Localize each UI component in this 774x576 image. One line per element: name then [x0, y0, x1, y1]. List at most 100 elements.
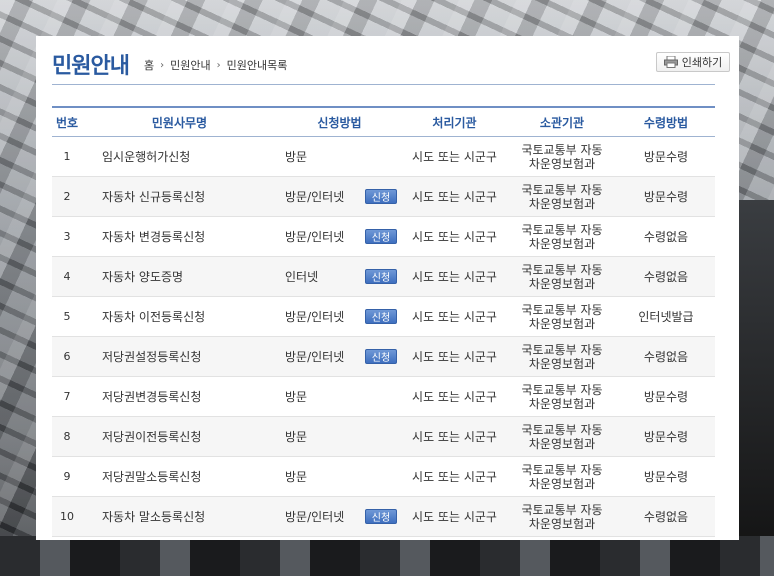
background-floor: [0, 536, 774, 576]
chevron-right-icon: ›: [160, 59, 165, 71]
responsible-department: 국토교통부 자동 차운영보험과: [507, 496, 617, 537]
row-number: [52, 536, 82, 540]
responsible-department: 국토교통부 자동 차운영보험과: [507, 216, 617, 257]
application-method: 방문: [285, 470, 308, 484]
department-line: 차운영보험과: [528, 436, 596, 451]
department-line: 국토교통부 자동: [521, 142, 603, 157]
application-method: 방문/인터넷: [285, 310, 345, 324]
application-method: 인터넷: [285, 270, 319, 284]
breadcrumb-civil-guide[interactable]: 민원안내: [170, 57, 210, 73]
processing-agency: 시도 또는 시군구: [402, 456, 507, 497]
service-name-link[interactable]: 자동차 양도증명: [82, 256, 277, 297]
row-number: 8: [52, 416, 82, 457]
table-row: 2 자동차 신규등록신청 방문/인터넷 신청 시도 또는 시군구 국토교통부 자동 차운영보…: [52, 176, 715, 217]
processing-agency: 시도 또는 시군구: [402, 216, 507, 257]
department-line: 차운영보험과: [528, 396, 596, 411]
service-name-link[interactable]: 임시운행허가신청: [82, 136, 277, 177]
department-line: 차운영보험과: [528, 356, 596, 371]
service-name-link[interactable]: 자동차 이전등록신청: [82, 296, 277, 337]
responsible-department: 국토교통부 자동 차운영보험과: [507, 136, 617, 177]
chevron-right-icon: ›: [216, 59, 221, 71]
apply-button[interactable]: 신청: [365, 309, 397, 324]
apply-button[interactable]: 신청: [365, 509, 397, 524]
department-line: 차운영보험과: [528, 236, 596, 251]
processing-agency: 시도 또는 시군구: [402, 416, 507, 457]
responsible-department: 국토교통부 자동 차운영보험과: [507, 176, 617, 217]
department-line: 국토교통부 자동: [521, 382, 603, 397]
application-method-cell: 방문/인터넷 신청: [277, 216, 402, 257]
civil-affairs-table: 번호 민원사무명 신청방법 처리기관 소관기관 수령방법 1 임시운행허가신청 방문…: [52, 106, 715, 540]
processing-agency: 시도 또는 시군구: [402, 376, 507, 417]
column-header: 번호: [52, 106, 82, 137]
processing-agency: 시도 또는 시군구: [402, 256, 507, 297]
receipt-method: 수령없음: [617, 496, 715, 537]
column-header: 민원사무명: [82, 106, 277, 137]
print-button[interactable]: 인쇄하기: [656, 52, 730, 72]
department-line: 국토교통부 자동: [521, 422, 603, 437]
service-name-link[interactable]: 저당권변경등록신청: [82, 376, 277, 417]
table-row: 5 자동차 이전등록신청 방문/인터넷 신청 시도 또는 시군구 국토교통부 자동 차운영보…: [52, 296, 715, 337]
service-name-link[interactable]: 저당권설정등록신청: [82, 336, 277, 377]
row-number: 3: [52, 216, 82, 257]
processing-agency: 시도 또는 시군구: [402, 336, 507, 377]
processing-agency: 시도 또는 시군구: [402, 176, 507, 217]
page-header: 민원안내 홈 › 민원안내 › 민원안내목록 인쇄하기: [52, 48, 730, 84]
processing-agency: 시도 또는 시군구: [402, 136, 507, 177]
service-name-link[interactable]: 자동차 말소등록신청: [82, 496, 277, 537]
table-row: 국토교통부 자동: [52, 536, 715, 540]
department-line: 국토교통부 자동: [521, 182, 603, 197]
row-number: 9: [52, 456, 82, 497]
application-method-cell: 방문: [277, 416, 402, 457]
breadcrumb-home[interactable]: 홈: [144, 57, 154, 73]
department-line: 차운영보험과: [528, 196, 596, 211]
service-name-link[interactable]: 자동차 신규등록신청: [82, 176, 277, 217]
apply-button[interactable]: 신청: [365, 189, 397, 204]
service-name-link[interactable]: 저당권말소등록신청: [82, 456, 277, 497]
row-number: 4: [52, 256, 82, 297]
application-method-cell: 방문/인터넷 신청: [277, 296, 402, 337]
column-header: 소관기관: [507, 106, 617, 137]
application-method-cell: 방문: [277, 376, 402, 417]
processing-agency: 시도 또는 시군구: [402, 496, 507, 537]
application-method: 방문/인터넷: [285, 230, 345, 244]
department-line: 차운영보험과: [528, 276, 596, 291]
responsible-department: 국토교통부 자동 차운영보험과: [507, 256, 617, 297]
page-title: 민원안내: [52, 54, 130, 79]
department-line: 국토교통부 자동: [521, 462, 603, 477]
department-line: 차운영보험과: [528, 516, 596, 531]
application-method: 방문/인터넷: [285, 190, 345, 204]
processing-agency: 시도 또는 시군구: [402, 296, 507, 337]
apply-button[interactable]: 신청: [365, 229, 397, 244]
table-row: 1 임시운행허가신청 방문 시도 또는 시군구 국토교통부 자동 차운영보험과 방문수령: [52, 136, 715, 177]
department-line: 차운영보험과: [528, 316, 596, 331]
column-header: 처리기관: [402, 106, 507, 137]
service-name-link[interactable]: 저당권이전등록신청: [82, 416, 277, 457]
receipt-method: 방문수령: [617, 456, 715, 497]
column-header: 수령방법: [617, 106, 715, 137]
department-line: 국토교통부 자동: [521, 262, 603, 277]
application-method: 방문/인터넷: [285, 510, 345, 524]
table-row: 3 자동차 변경등록신청 방문/인터넷 신청 시도 또는 시군구 국토교통부 자동 차운영보…: [52, 216, 715, 257]
department-line: 국토교통부 자동: [521, 222, 603, 237]
application-method-cell: 방문: [277, 136, 402, 177]
row-number: 1: [52, 136, 82, 177]
receipt-method: 방문수령: [617, 376, 715, 417]
print-label: 인쇄하기: [681, 56, 723, 69]
responsible-department: 국토교통부 자동 차운영보험과: [507, 416, 617, 457]
application-method: 방문/인터넷: [285, 350, 345, 364]
row-number: 6: [52, 336, 82, 377]
apply-button[interactable]: 신청: [365, 269, 397, 284]
responsible-department: 국토교통부 자동 차운영보험과: [507, 336, 617, 377]
table-row: 8 저당권이전등록신청 방문 시도 또는 시군구 국토교통부 자동 차운영보험과 방문수령: [52, 416, 715, 457]
application-method-cell: 방문/인터넷 신청: [277, 496, 402, 537]
responsible-department: 국토교통부 자동 차운영보험과: [507, 376, 617, 417]
processing-agency: [402, 536, 507, 540]
receipt-method: 방문수령: [617, 416, 715, 457]
apply-button[interactable]: 신청: [365, 349, 397, 364]
printer-icon: [663, 55, 678, 68]
service-name-link[interactable]: [82, 536, 277, 540]
department-line: 차운영보험과: [528, 156, 596, 171]
application-method: 방문: [285, 390, 308, 404]
department-line: 국토교통부 자동: [521, 302, 603, 317]
service-name-link[interactable]: 자동차 변경등록신청: [82, 216, 277, 257]
